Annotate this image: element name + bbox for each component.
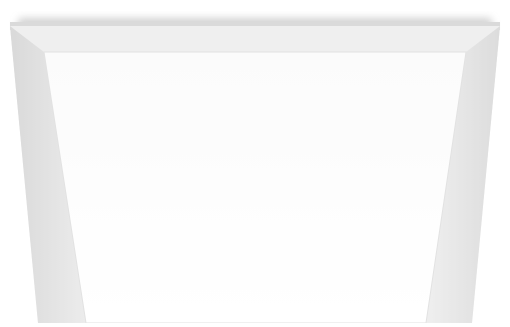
product-photo <box>0 0 510 324</box>
diffuser-panel <box>43 51 467 324</box>
ceiling-panel-light-icon <box>10 18 500 324</box>
frame-top-band <box>10 26 500 52</box>
